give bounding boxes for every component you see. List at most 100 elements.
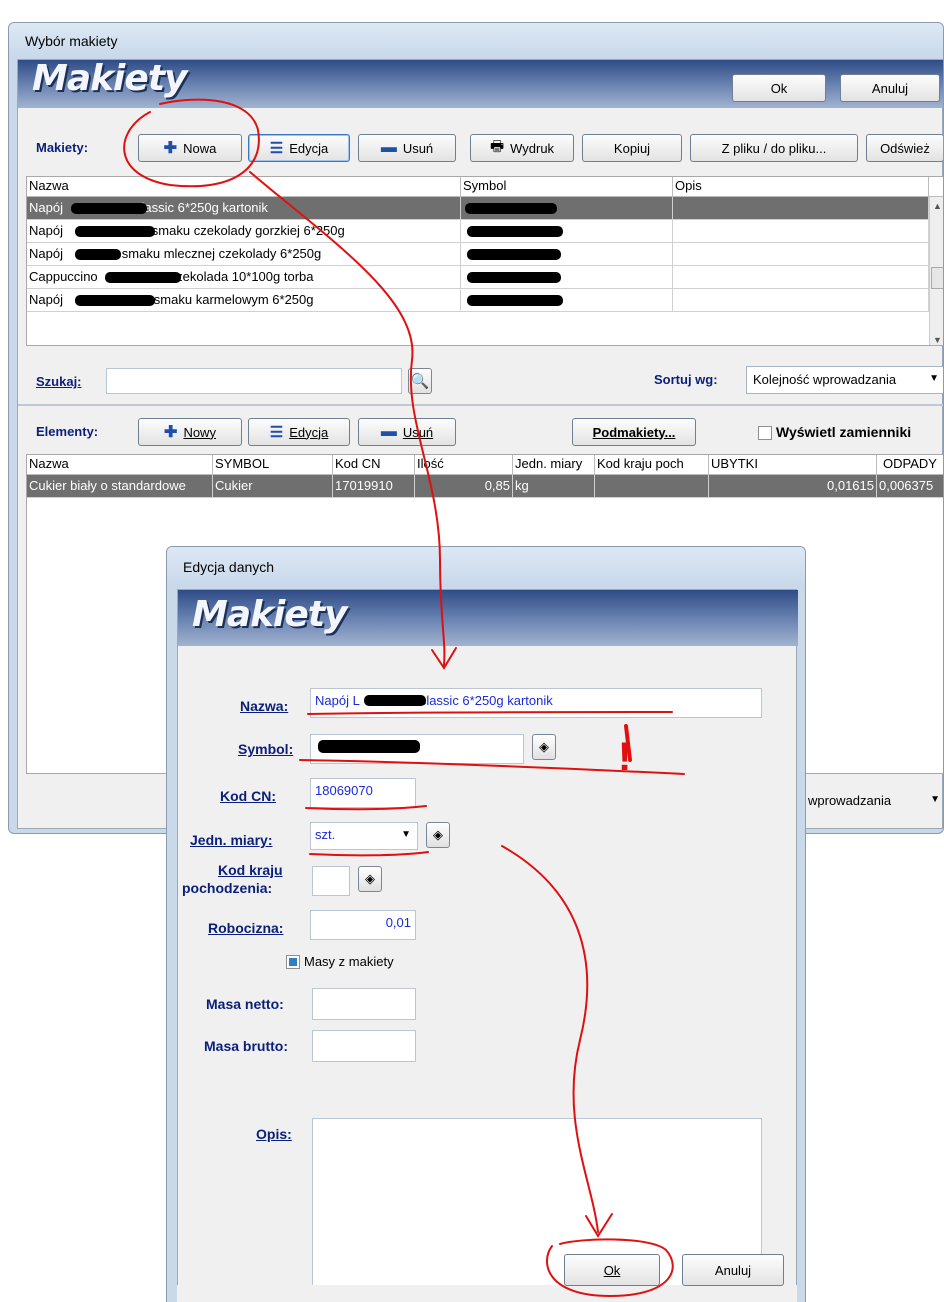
dialog-banner: Makiety bbox=[178, 590, 798, 646]
net-mass-input[interactable] bbox=[312, 988, 416, 1020]
col-header-nazwa[interactable]: Nazwa bbox=[27, 177, 461, 197]
show-substitutes-label: Wyświetl zamienniki bbox=[776, 424, 912, 440]
unit-label: Jedn. miary: bbox=[190, 832, 273, 848]
main-window-title: Wybór makiety bbox=[9, 23, 943, 59]
row-opis bbox=[673, 243, 929, 266]
col-header-opis[interactable]: Opis bbox=[673, 177, 929, 197]
redaction-mark bbox=[105, 272, 181, 283]
unit-select[interactable]: szt. ▼ bbox=[310, 822, 418, 850]
labor-label: Robocizna: bbox=[208, 920, 284, 936]
masses-from-model-label: Masy z makiety bbox=[304, 954, 394, 969]
cell-ubytki: 0,01615 bbox=[709, 475, 877, 498]
ok-button-label: Ok bbox=[770, 80, 788, 96]
description-label: Opis: bbox=[256, 1126, 292, 1142]
redaction-mark bbox=[75, 249, 121, 260]
search-icon: 🔍 bbox=[410, 373, 430, 390]
edit-dialog: Edycja danych Makiety Nazwa: Napój L clas… bbox=[166, 546, 806, 1302]
kod-cn-input[interactable]: 18069070 bbox=[310, 778, 416, 808]
delete-element-label: Usuń bbox=[402, 424, 434, 440]
cell-kod-kraju bbox=[595, 475, 709, 498]
country-lookup-button[interactable]: ◈ bbox=[358, 866, 382, 892]
dialog-footer bbox=[177, 1285, 797, 1302]
col-header-kod-kraju[interactable]: Kod kraju poch bbox=[595, 455, 709, 475]
row-name-suffix: classic 6*250g kartonik bbox=[134, 200, 268, 215]
chevron-down-icon: ▼ bbox=[930, 794, 940, 805]
search-button[interactable]: 🔍 bbox=[408, 368, 432, 394]
cell-ilosc: 0,85 bbox=[415, 475, 513, 498]
labor-input[interactable]: 0,01 bbox=[310, 910, 416, 940]
net-mass-label: Masa netto: bbox=[206, 996, 284, 1012]
new-model-button[interactable]: ✚ Nowa bbox=[138, 134, 242, 162]
col-header-symbol[interactable]: SYMBOL bbox=[213, 455, 333, 475]
col-header-odpady[interactable]: ODPADY bbox=[877, 455, 943, 475]
edit-element-label: Edycja bbox=[289, 424, 329, 440]
edit-model-label: Edycja bbox=[289, 140, 329, 156]
search-label: Szukaj: bbox=[36, 374, 82, 389]
col-header-jedn-miary[interactable]: Jedn. miary bbox=[513, 455, 595, 475]
row-name-suffix: o smaku mlecznej czekolady 6*250g bbox=[110, 246, 322, 261]
name-label: Nazwa: bbox=[240, 698, 289, 714]
search-input[interactable] bbox=[106, 368, 402, 394]
cell-kod-cn: 17019910 bbox=[333, 475, 415, 498]
elements-section-label: Elementy: bbox=[36, 424, 99, 439]
col-header-symbol[interactable]: Symbol bbox=[461, 177, 673, 197]
copy-button[interactable]: Kopiuj bbox=[582, 134, 682, 162]
redaction-mark bbox=[364, 695, 426, 706]
row-name: Cappuccino czekolada 10*100g torba bbox=[27, 266, 461, 289]
dialog-ok-button[interactable]: Ok bbox=[564, 1254, 660, 1286]
masses-from-model-checkbox[interactable] bbox=[286, 955, 300, 969]
new-element-button[interactable]: ✚ Nowy bbox=[138, 418, 242, 446]
scroll-up-icon[interactable]: ▲ bbox=[933, 201, 942, 211]
printer-icon: 🖶 bbox=[489, 137, 505, 155]
redaction-mark bbox=[75, 295, 155, 306]
submodels-button[interactable]: Podmakiety... bbox=[572, 418, 696, 446]
symbol-lookup-button[interactable]: ◈ bbox=[532, 734, 556, 760]
gross-mass-input[interactable] bbox=[312, 1030, 416, 1062]
col-header-nazwa[interactable]: Nazwa bbox=[27, 455, 213, 475]
file-button[interactable]: Z pliku / do pliku... bbox=[690, 134, 858, 162]
ok-button[interactable]: Ok bbox=[732, 74, 826, 102]
cell-odpady: 0,006375 bbox=[877, 475, 943, 498]
name-input-suffix: classic 6*250g kartonik bbox=[419, 693, 553, 708]
col-header-ilosc[interactable]: Ilość bbox=[415, 455, 513, 475]
row-name-suffix: o smaku karmelowym 6*250g bbox=[142, 292, 314, 307]
eraser-icon: ◈ bbox=[433, 827, 443, 842]
edit-element-button[interactable]: ☰ Edycja bbox=[248, 418, 350, 446]
redaction-mark bbox=[467, 272, 561, 283]
submodels-label: Podmakiety... bbox=[592, 424, 676, 440]
row-name-prefix: Napój bbox=[29, 292, 63, 307]
print-button[interactable]: 🖶 Wydruk bbox=[470, 134, 574, 162]
edit-model-button[interactable]: ☰ Edycja bbox=[248, 134, 350, 162]
makiety-scrollbar[interactable]: ▲ ▼ bbox=[929, 197, 943, 345]
cancel-button[interactable]: Anuluj bbox=[840, 74, 940, 102]
cell-symbol: Cukier bbox=[213, 475, 333, 498]
cell-jedn-miary: kg bbox=[513, 475, 595, 498]
symbol-label: Symbol: bbox=[238, 741, 294, 757]
bottom-sort-select[interactable]: wprowadzania ▼ bbox=[802, 788, 943, 816]
banner-title: Makiety bbox=[32, 60, 187, 99]
unit-lookup-button[interactable]: ◈ bbox=[426, 822, 450, 848]
makiety-table: Nazwa Symbol Opis Napój classic 6*250g ka… bbox=[26, 176, 943, 346]
scroll-thumb[interactable] bbox=[931, 267, 943, 289]
col-header-ubytki[interactable]: UBYTKI bbox=[709, 455, 877, 475]
row-opis bbox=[673, 197, 929, 220]
dialog-cancel-label: Anuluj bbox=[714, 1262, 752, 1278]
delete-element-button[interactable]: ▬ Usuń bbox=[358, 418, 456, 446]
dialog-cancel-button[interactable]: Anuluj bbox=[682, 1254, 784, 1286]
refresh-button[interactable]: Odśwież bbox=[866, 134, 943, 162]
cell-nazwa: Cukier biały o standardowe bbox=[27, 475, 213, 498]
minus-icon: ▬ bbox=[380, 423, 397, 440]
plus-icon: ✚ bbox=[163, 140, 178, 157]
kod-cn-label: Kod CN: bbox=[220, 788, 276, 804]
redaction-mark bbox=[467, 226, 563, 237]
file-label: Z pliku / do pliku... bbox=[721, 140, 827, 156]
country-input[interactable] bbox=[312, 866, 350, 896]
delete-model-button[interactable]: ▬ Usuń bbox=[358, 134, 456, 162]
redaction-mark bbox=[467, 295, 563, 306]
scroll-down-icon[interactable]: ▼ bbox=[933, 335, 942, 345]
col-header-kod-cn[interactable]: Kod CN bbox=[333, 455, 415, 475]
sort-select[interactable]: Kolejność wprowadzania ▼ bbox=[746, 366, 943, 394]
refresh-label: Odśwież bbox=[880, 140, 930, 156]
show-substitutes-checkbox[interactable] bbox=[758, 426, 772, 440]
minus-icon: ▬ bbox=[380, 139, 397, 156]
